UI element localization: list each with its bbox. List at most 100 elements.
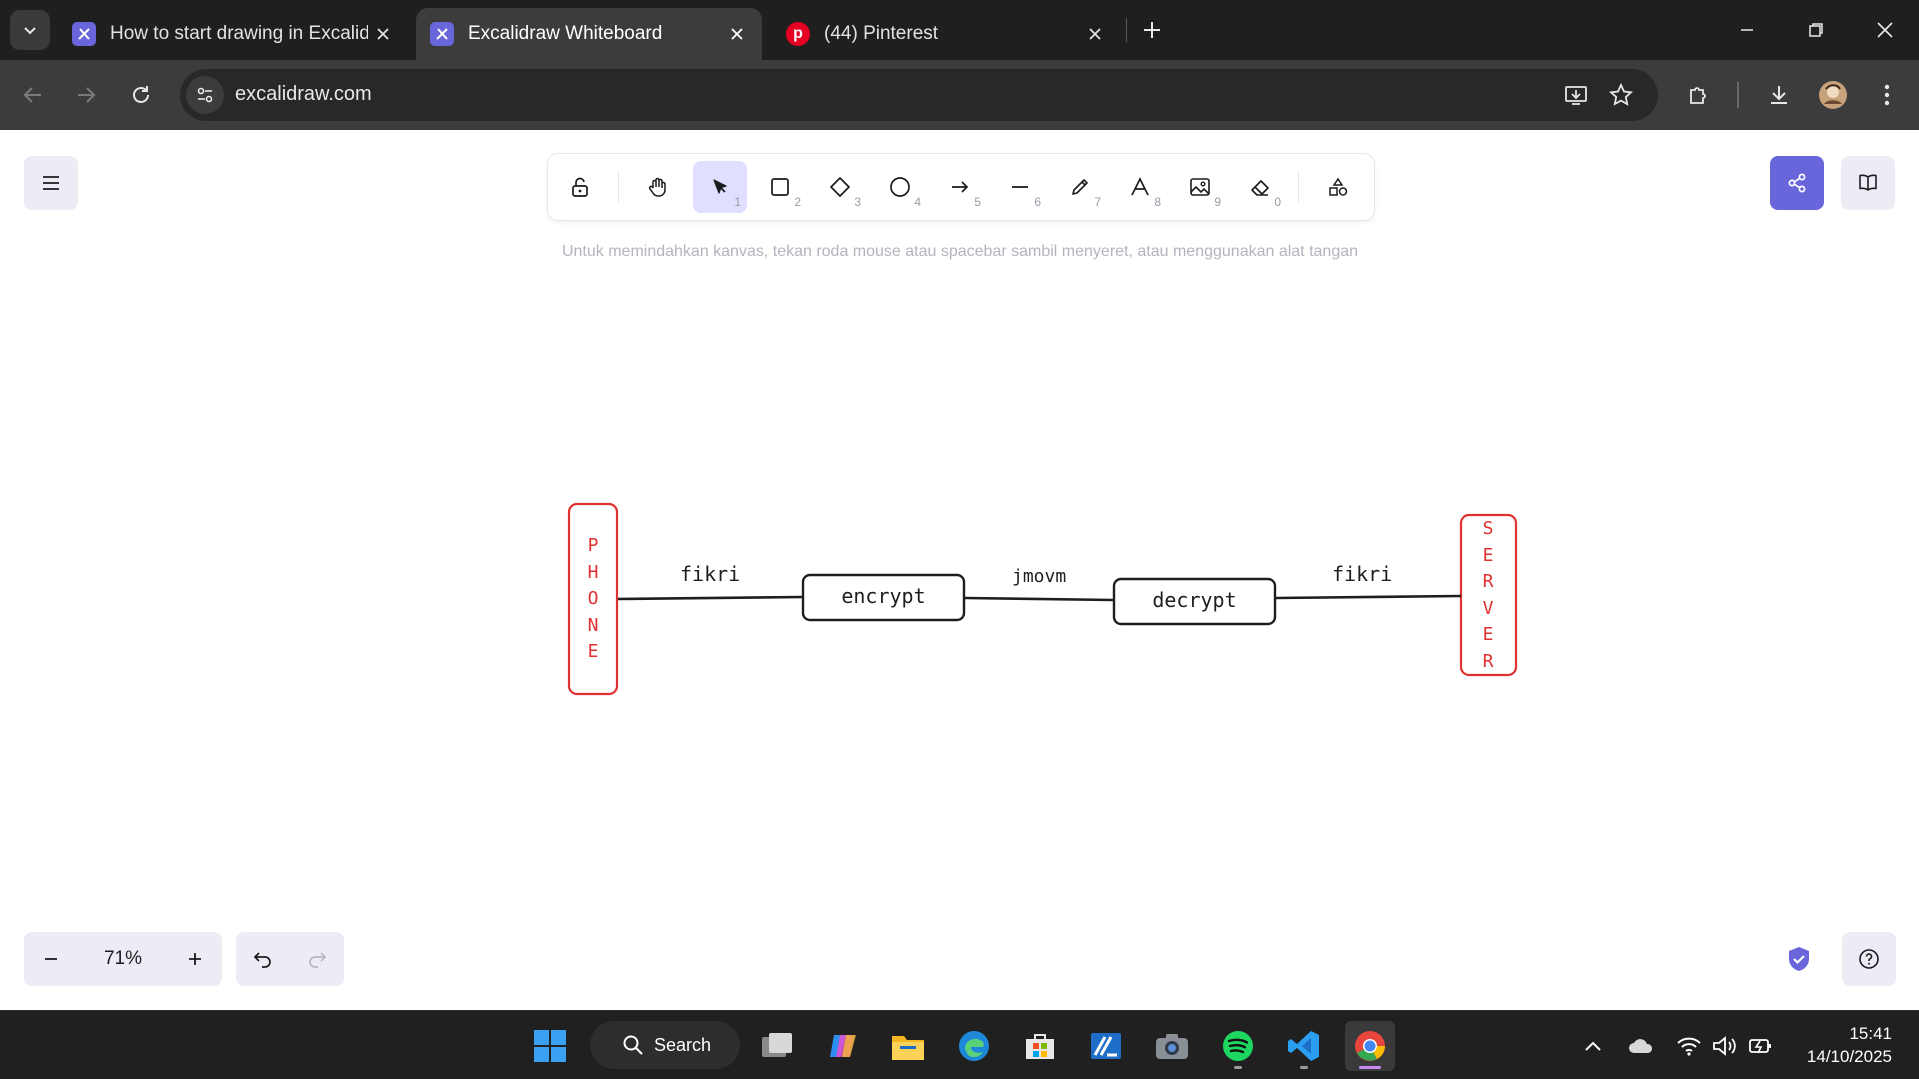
profile-avatar[interactable] — [1812, 74, 1854, 116]
tab-divider — [1126, 18, 1127, 42]
excalidraw-favicon-icon — [72, 22, 96, 46]
excalidraw-canvas[interactable]: 1 2 3 4 5 6 7 8 9 0 Untuk memindahkan ka… — [0, 130, 1919, 1010]
volume-icon[interactable] — [1710, 1031, 1740, 1061]
browser-toolbar: excalidraw.com — [0, 60, 1919, 130]
toolbar-divider — [1737, 82, 1739, 108]
minimize-button[interactable] — [1725, 10, 1769, 50]
edge-label-server: fikri — [1332, 562, 1393, 586]
forward-button[interactable] — [65, 74, 107, 116]
server-letter: V — [1482, 597, 1494, 619]
chrome-app[interactable] — [1345, 1021, 1395, 1071]
restore-icon — [1809, 23, 1823, 37]
back-button[interactable] — [12, 74, 54, 116]
clock-date: 14/10/2025 — [1806, 1047, 1892, 1066]
windows-logo-icon — [534, 1030, 566, 1062]
new-tab-button[interactable] — [1130, 10, 1174, 50]
avatar-icon — [1819, 81, 1847, 109]
server-label: S E R V E R — [1470, 516, 1506, 675]
tab-title: Excalidraw Whiteboard — [468, 23, 663, 44]
server-letter: E — [1482, 544, 1494, 566]
downloads-button[interactable] — [1758, 74, 1800, 116]
extensions-button[interactable] — [1678, 74, 1720, 116]
microsoft-store-app[interactable] — [1015, 1021, 1065, 1071]
close-tab-icon[interactable] — [722, 19, 752, 49]
onedrive-tray-icon[interactable] — [1626, 1031, 1656, 1061]
file-explorer-app[interactable] — [883, 1021, 933, 1071]
search-icon — [623, 1035, 643, 1055]
close-icon — [1877, 22, 1893, 38]
connector-phone-encrypt[interactable] — [617, 595, 803, 601]
close-window-button[interactable] — [1863, 10, 1907, 50]
excalidraw-taskbar-app[interactable] — [1081, 1021, 1131, 1071]
spotify-icon — [1223, 1031, 1253, 1061]
tab-how-to-start-drawing[interactable]: How to start drawing in Excalid — [58, 8, 408, 60]
connector-decrypt-server[interactable] — [1275, 594, 1462, 600]
task-view-button[interactable] — [752, 1021, 802, 1071]
wifi-icon[interactable] — [1674, 1031, 1704, 1061]
zoom-level[interactable]: 71% — [78, 948, 168, 970]
install-icon — [1565, 86, 1587, 105]
start-button[interactable] — [525, 1021, 575, 1071]
reload-button[interactable] — [120, 74, 162, 116]
close-tab-icon[interactable] — [368, 19, 398, 49]
install-app-button[interactable] — [1555, 74, 1597, 116]
excalidraw-icon — [1091, 1033, 1121, 1059]
phone-letter: N — [587, 614, 599, 636]
copilot-icon — [830, 1035, 856, 1057]
tab-search-button[interactable] — [10, 10, 50, 50]
store-icon — [1026, 1034, 1054, 1059]
url-text: excalidraw.com — [235, 83, 372, 105]
windows-taskbar: Search 15:41 14/10/2025 — [0, 1010, 1919, 1079]
history-controls — [236, 932, 344, 986]
copilot-app[interactable] — [818, 1021, 868, 1071]
server-letter: E — [1482, 624, 1494, 645]
tune-icon — [197, 87, 213, 103]
help-button[interactable] — [1842, 932, 1896, 986]
star-icon — [1609, 83, 1633, 106]
spotify-app[interactable] — [1213, 1021, 1263, 1071]
camera-app[interactable] — [1147, 1021, 1197, 1071]
edge-label-phone: fikri — [680, 562, 741, 586]
more-vertical-icon — [1884, 84, 1890, 106]
site-info-button[interactable] — [186, 76, 224, 114]
zoom-in-button[interactable] — [168, 932, 222, 986]
chevron-up-icon — [1585, 1041, 1601, 1051]
plus-icon — [189, 953, 201, 965]
browser-tab-strip: How to start drawing in Excalid Excalidr… — [0, 0, 1919, 60]
edge-icon — [959, 1031, 989, 1061]
arrow-left-icon — [23, 87, 41, 103]
undo-button[interactable] — [236, 932, 290, 986]
running-indicator — [1234, 1066, 1242, 1069]
address-bar[interactable]: excalidraw.com — [180, 69, 1658, 121]
phone-letter: O — [587, 588, 599, 609]
connector-encrypt-decrypt[interactable] — [964, 596, 1114, 602]
encrypt-label: encrypt — [841, 584, 926, 608]
excalidraw-favicon-icon — [430, 22, 454, 46]
close-tab-icon[interactable] — [1080, 19, 1110, 49]
tab-excalidraw-whiteboard[interactable]: Excalidraw Whiteboard — [416, 8, 762, 60]
chrome-icon — [1355, 1031, 1385, 1061]
show-hidden-icons-button[interactable] — [1578, 1031, 1608, 1061]
zoom-controls: 71% — [24, 932, 222, 986]
redo-button[interactable] — [290, 932, 344, 986]
phone-letter: E — [587, 641, 599, 662]
system-clock[interactable]: 15:41 14/10/2025 — [1788, 1022, 1892, 1068]
phone-label: P H O N E — [575, 533, 611, 666]
chrome-menu-button[interactable] — [1866, 74, 1908, 116]
redo-icon — [309, 952, 327, 968]
zoom-out-button[interactable] — [24, 932, 78, 986]
folder-icon — [892, 1036, 924, 1060]
tab-title: (44) Pinterest — [824, 23, 939, 44]
running-indicator — [1359, 1066, 1381, 1069]
diagram-strokes — [567, 502, 1518, 696]
taskbar-search[interactable]: Search — [590, 1021, 740, 1069]
bookmark-button[interactable] — [1600, 74, 1642, 116]
encryption-shield-icon[interactable] — [1782, 942, 1816, 976]
restore-button[interactable] — [1794, 10, 1838, 50]
help-icon — [1859, 949, 1879, 969]
server-letter: S — [1482, 518, 1494, 539]
edge-app[interactable] — [949, 1021, 999, 1071]
battery-icon[interactable] — [1746, 1031, 1776, 1061]
tab-pinterest[interactable]: p (44) Pinterest — [772, 8, 1120, 60]
vscode-app[interactable] — [1279, 1021, 1329, 1071]
